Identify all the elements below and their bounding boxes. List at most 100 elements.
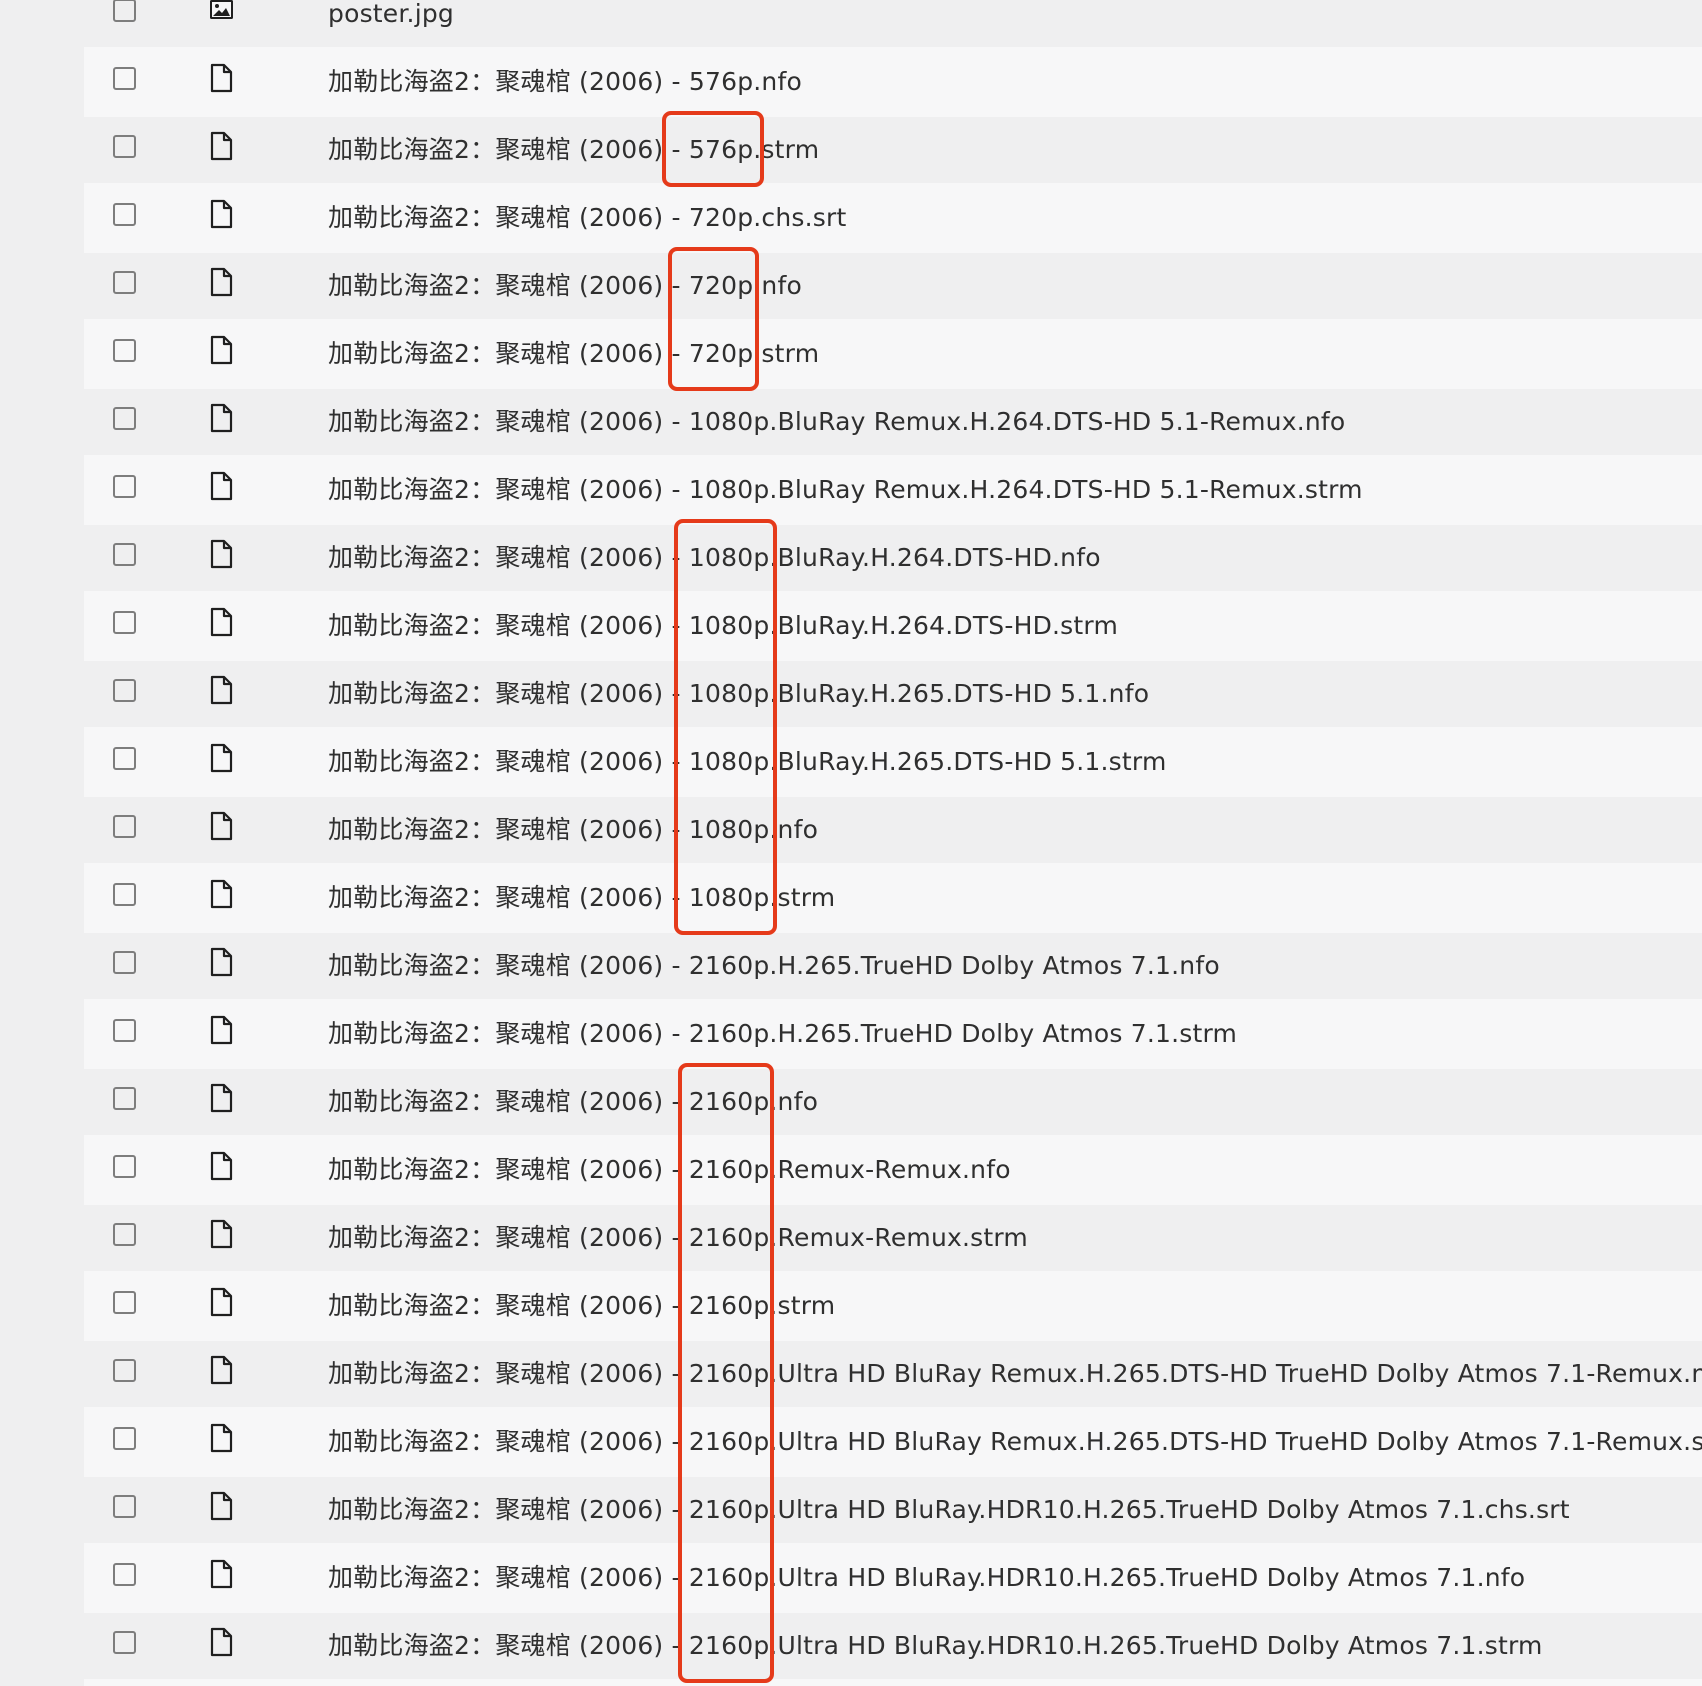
document-file-icon <box>209 947 234 977</box>
document-file-icon <box>209 131 234 161</box>
document-file-icon <box>209 743 234 773</box>
document-file-icon <box>209 63 234 93</box>
file-row[interactable]: 加勒比海盗2：聚魂棺 (2006) - 2160p.H.265.TrueHD D… <box>84 1001 1702 1067</box>
document-file-icon <box>209 335 234 365</box>
file-select-checkbox[interactable] <box>113 679 136 702</box>
file-name[interactable]: 加勒比海盗2：聚魂棺 (2006) - 2160p.Ultra HD BluRa… <box>328 1545 1525 1611</box>
file-name[interactable]: 加勒比海盗2：聚魂棺 (2006) - 720p.strm <box>328 321 819 387</box>
file-select-checkbox[interactable] <box>113 1223 136 1246</box>
file-select-checkbox[interactable] <box>113 475 136 498</box>
file-row[interactable]: 加勒比海盗2：聚魂棺 (2006) - 1080p.BluRay.H.264.D… <box>84 525 1702 591</box>
file-select-checkbox[interactable] <box>113 543 136 566</box>
file-name[interactable]: 加勒比海盗2：聚魂棺 (2006) - 1080p.BluRay Remux.H… <box>328 457 1363 523</box>
file-name[interactable]: 加勒比海盗2：聚魂棺 (2006) - 1080p.BluRay.H.265.D… <box>328 661 1149 727</box>
file-select-checkbox[interactable] <box>113 1019 136 1042</box>
file-select-checkbox[interactable] <box>113 951 136 974</box>
document-file-icon <box>209 1559 234 1589</box>
file-name[interactable]: 加勒比海盗2：聚魂棺 (2006) - 2160p.Ultra HD BluRa… <box>328 1409 1702 1475</box>
document-file-icon <box>209 1015 234 1045</box>
document-file-icon <box>209 267 234 297</box>
file-name[interactable]: 加勒比海盗2：聚魂棺 (2006) - 1080p.BluRay Remux.H… <box>328 389 1345 455</box>
file-name[interactable]: 加勒比海盗2：聚魂棺 (2006) - 2160p.strm <box>328 1273 835 1339</box>
file-row[interactable]: 加勒比海盗2：聚魂棺 (2006) - 2160p.nfo <box>84 1069 1702 1135</box>
document-file-icon <box>209 879 234 909</box>
document-file-icon <box>209 1627 234 1657</box>
document-file-icon <box>209 199 234 229</box>
file-name[interactable]: 加勒比海盗2：聚魂棺 (2006) - 2160p.nfo <box>328 1069 818 1135</box>
file-select-checkbox[interactable] <box>113 0 136 22</box>
file-select-checkbox[interactable] <box>113 883 136 906</box>
file-row[interactable]: 加勒比海盗2：聚魂棺 (2006) - 2160p.Remux-Remux.nf… <box>84 1137 1702 1203</box>
file-name[interactable]: 加勒比海盗2：聚魂棺 (2006) - 1080p.BluRay.H.264.D… <box>328 525 1101 591</box>
file-select-checkbox[interactable] <box>113 1427 136 1450</box>
file-name[interactable]: 加勒比海盗2：聚魂棺 (2006) - 720p.chs.srt <box>328 185 847 251</box>
file-row[interactable]: 加勒比海盗2：聚魂棺 (2006) - 2160p.Remux-Remux.st… <box>84 1205 1702 1271</box>
file-name[interactable]: 加勒比海盗2：聚魂棺 (2006) - 2160p.Ultra HD BluRa… <box>328 1613 1543 1679</box>
file-row[interactable]: 加勒比海盗2：聚魂棺 (2006) - 720p.strm <box>84 321 1702 387</box>
file-row[interactable]: 加勒比海盗2：聚魂棺 (2006) - 1080p.BluRay.H.265.D… <box>84 729 1702 795</box>
file-name[interactable]: 加勒比海盗2：聚魂棺 (2006) - 2160p.Ultra HD BluRa… <box>328 1477 1570 1543</box>
file-row[interactable]: 加勒比海盗2：聚魂棺 (2006) - 2160p.H.265.TrueHD D… <box>84 933 1702 999</box>
document-file-icon <box>209 1151 234 1181</box>
file-row[interactable]: 加勒比海盗2：聚魂棺 (2006) - 2160p.Ultra HD BluRa… <box>84 1545 1702 1611</box>
file-select-checkbox[interactable] <box>113 1087 136 1110</box>
document-file-icon <box>209 1491 234 1521</box>
file-list: poster.jpg 加勒比海盗2：聚魂棺 (2006) - 576p.nfo 加勒… <box>84 0 1702 1686</box>
file-row[interactable]: 加勒比海盗2：聚魂棺 (2006) - 2160p.strm <box>84 1273 1702 1339</box>
file-name[interactable]: 加勒比海盗2：聚魂棺 (2006) - 2160p.H.265.TrueHD D… <box>328 1001 1237 1067</box>
file-select-checkbox[interactable] <box>113 1495 136 1518</box>
file-select-checkbox[interactable] <box>113 1563 136 1586</box>
file-row[interactable]: 加勒比海盗2：聚魂棺 (2006) - 576p.nfo <box>84 49 1702 115</box>
file-name[interactable]: 加勒比海盗2：聚魂棺 (2006) - 576p.strm <box>328 117 819 183</box>
file-row[interactable]: 加勒比海盗2：聚魂棺 (2006) - 2160p.Ultra HD BluRa… <box>84 1409 1702 1475</box>
file-row[interactable]: 加勒比海盗2：聚魂棺 (2006) - 1080p.BluRay Remux.H… <box>84 389 1702 455</box>
file-name[interactable]: 加勒比海盗2：聚魂棺 (2006) - 2160p.Ultra HD BluRa… <box>328 1341 1702 1407</box>
document-file-icon <box>209 1083 234 1113</box>
file-name[interactable]: 加勒比海盗2：聚魂棺 (2006) - 1080p.BluRay.H.264.D… <box>328 593 1118 659</box>
file-select-checkbox[interactable] <box>113 1155 136 1178</box>
file-name[interactable]: 加勒比海盗2：聚魂棺 (2006) - 576p.nfo <box>328 49 802 115</box>
file-row[interactable]: 加勒比海盗2：聚魂棺 (2006) - 1080p.strm <box>84 865 1702 931</box>
file-select-checkbox[interactable] <box>113 747 136 770</box>
file-select-checkbox[interactable] <box>113 339 136 362</box>
file-select-checkbox[interactable] <box>113 203 136 226</box>
file-select-checkbox[interactable] <box>113 1631 136 1654</box>
file-select-checkbox[interactable] <box>113 67 136 90</box>
file-select-checkbox[interactable] <box>113 407 136 430</box>
file-select-checkbox[interactable] <box>113 1291 136 1314</box>
file-row[interactable]: 加勒比海盗2：聚魂棺 (2006) - 1080p.BluRay.H.264.D… <box>84 593 1702 659</box>
document-file-icon <box>209 1287 234 1317</box>
file-row[interactable]: 加勒比海盗2：聚魂棺 (2006) - 1080p.BluRay.H.265.D… <box>84 661 1702 727</box>
document-file-icon <box>209 607 234 637</box>
file-name[interactable]: 加勒比海盗2：聚魂棺 (2006) - 1080p.BluRay.H.265.D… <box>328 729 1167 795</box>
file-name[interactable]: 加勒比海盗2：聚魂棺 (2006) - 1080p.nfo <box>328 797 818 863</box>
document-file-icon <box>209 539 234 569</box>
document-file-icon <box>209 403 234 433</box>
document-file-icon <box>209 811 234 841</box>
file-row[interactable]: 加勒比海盗2：聚魂棺 (2006) - 2160p.Ultra HD BluRa… <box>84 1341 1702 1407</box>
file-name[interactable]: 加勒比海盗2：聚魂棺 (2006) - 2160p.Remux-Remux.nf… <box>328 1137 1011 1203</box>
document-file-icon <box>209 471 234 501</box>
file-name[interactable]: 加勒比海盗2：聚魂棺 (2006) - 720p.nfo <box>328 253 802 319</box>
file-row[interactable]: 加勒比海盗2：聚魂棺 (2006) - 2160p.Ultra HD BluRa… <box>84 1477 1702 1543</box>
document-file-icon <box>209 1355 234 1385</box>
document-file-icon <box>209 675 234 705</box>
file-row[interactable]: 加勒比海盗2：聚魂棺 (2006) - 720p.chs.srt <box>84 185 1702 251</box>
file-select-checkbox[interactable] <box>113 611 136 634</box>
file-row[interactable]: 加勒比海盗2：聚魂棺 (2006) - 576p.strm <box>84 117 1702 183</box>
file-select-checkbox[interactable] <box>113 815 136 838</box>
file-select-checkbox[interactable] <box>113 135 136 158</box>
file-name[interactable]: poster.jpg <box>328 0 454 47</box>
file-row[interactable]: 加勒比海盗2：聚魂棺 (2006) - 1080p.nfo <box>84 797 1702 863</box>
file-row[interactable]: poster.jpg <box>84 0 1702 47</box>
file-name[interactable]: 加勒比海盗2：聚魂棺 (2006) - 2160p.H.265.TrueHD D… <box>328 933 1220 999</box>
file-row[interactable]: 加勒比海盗2：聚魂棺 (2006) - 1080p.BluRay Remux.H… <box>84 457 1702 523</box>
file-name[interactable]: 加勒比海盗2：聚魂棺 (2006) - 1080p.strm <box>328 865 835 931</box>
file-row[interactable]: 加勒比海盗2：聚魂棺 (2006) - 2160p.Ultra HD BluRa… <box>84 1613 1702 1679</box>
file-select-checkbox[interactable] <box>113 271 136 294</box>
file-row[interactable]: 加勒比海盗2：聚魂棺 (2006) - 720p.nfo <box>84 253 1702 319</box>
file-select-checkbox[interactable] <box>113 1359 136 1382</box>
image-file-icon <box>209 0 234 25</box>
file-name[interactable]: 加勒比海盗2：聚魂棺 (2006) - 2160p.Remux-Remux.st… <box>328 1205 1028 1271</box>
document-file-icon <box>209 1219 234 1249</box>
